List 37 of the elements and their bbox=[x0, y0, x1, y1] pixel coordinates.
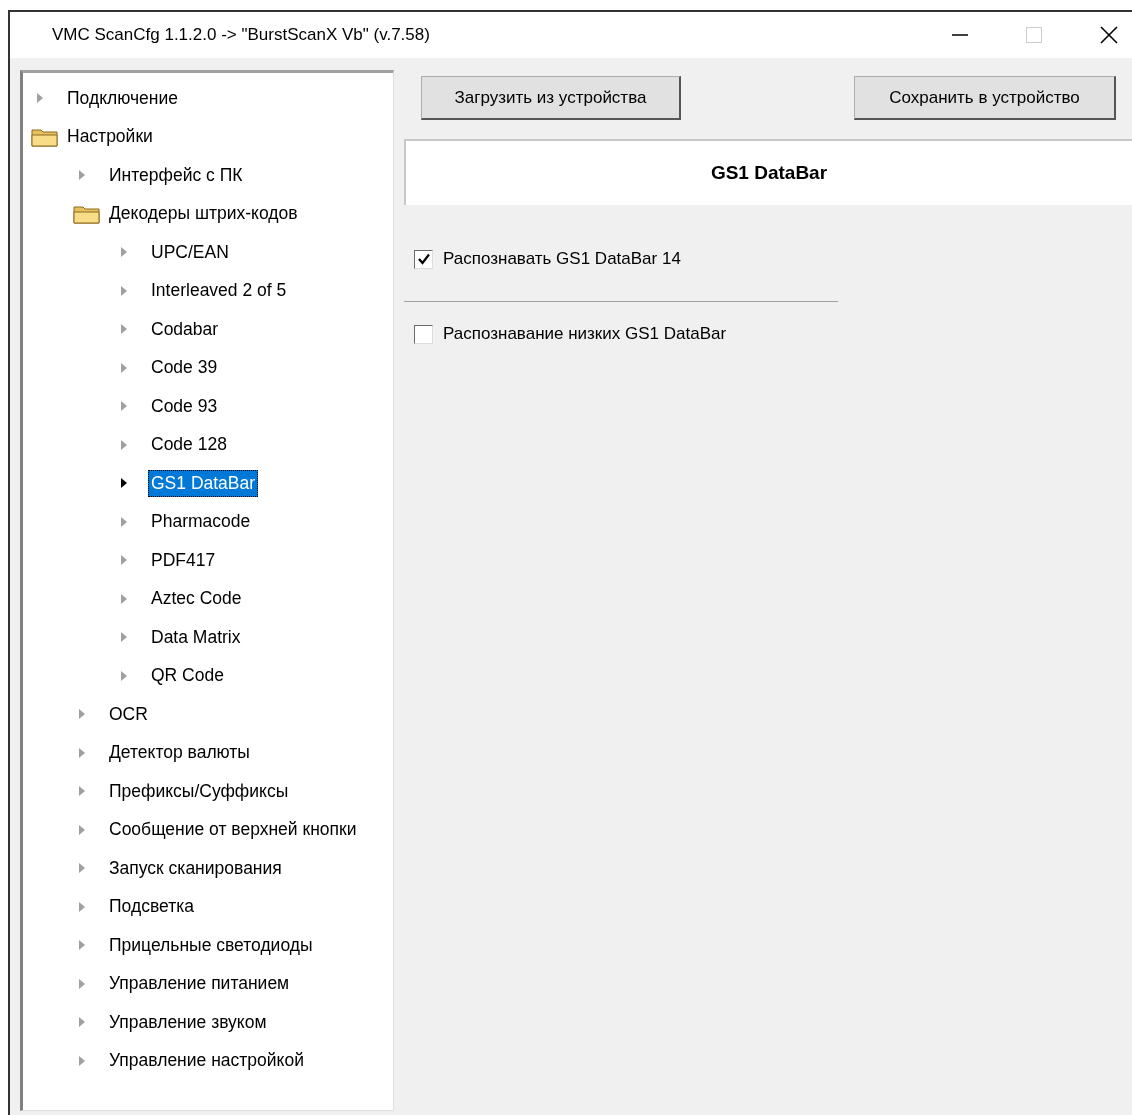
tree-item[interactable]: Детектор валюты bbox=[106, 739, 253, 767]
maximize-icon[interactable] bbox=[1026, 27, 1042, 43]
close-icon[interactable] bbox=[1100, 26, 1118, 44]
tree-item[interactable]: Code 128 bbox=[148, 431, 230, 459]
tree-item[interactable]: Интерфейс с ПК bbox=[106, 161, 246, 189]
tree-item[interactable]: Code 39 bbox=[148, 354, 221, 382]
save-button[interactable]: Сохранить в устройство bbox=[854, 76, 1116, 120]
checkbox[interactable] bbox=[414, 324, 433, 344]
expand-arrow-icon[interactable] bbox=[121, 478, 127, 489]
tree-item[interactable]: Прицельные светодиоды bbox=[106, 931, 316, 959]
window-title: VMC ScanCfg 1.1.2.0 -> "BurstScanX Vb" (v.7.58) bbox=[52, 25, 430, 45]
tree-item[interactable]: Подключение bbox=[64, 84, 181, 112]
tree-item[interactable]: QR Code bbox=[148, 662, 227, 690]
load-button[interactable]: Загрузить из устройства bbox=[421, 76, 681, 120]
tree-item[interactable]: UPC/EAN bbox=[148, 238, 232, 266]
checkbox[interactable] bbox=[414, 249, 433, 269]
tree-item[interactable]: Декодеры штрих-кодов bbox=[106, 200, 301, 228]
tree-item[interactable]: Data Matrix bbox=[148, 623, 244, 651]
tree-item[interactable]: Сообщение от верхней кнопки bbox=[106, 816, 360, 844]
tree-item[interactable]: Настройки bbox=[64, 123, 156, 151]
tree-item[interactable]: Interleaved 2 of 5 bbox=[148, 277, 290, 305]
tree-item[interactable]: Запуск сканирования bbox=[106, 854, 285, 882]
tree-item[interactable]: PDF417 bbox=[148, 546, 219, 574]
tree-item[interactable]: Pharmacode bbox=[148, 508, 254, 536]
tree-item[interactable]: Codabar bbox=[148, 315, 222, 343]
tree-item[interactable]: Code 93 bbox=[148, 392, 221, 420]
checkbox-label: Распознавание низких GS1 DataBar bbox=[443, 324, 727, 344]
tree-item[interactable]: Префиксы/Суффиксы bbox=[106, 777, 292, 805]
tree-item[interactable]: Управление питанием bbox=[106, 970, 293, 998]
tree-item[interactable]: Подсветка bbox=[106, 893, 197, 921]
tree-item[interactable]: Управление звуком bbox=[106, 1008, 270, 1036]
checkbox-label: Распознавать GS1 DataBar 14 bbox=[443, 249, 681, 269]
tree-item[interactable]: GS1 DataBar bbox=[148, 469, 259, 497]
tree-item[interactable]: Aztec Code bbox=[148, 585, 245, 613]
section-title: GS1 DataBar bbox=[710, 162, 828, 184]
tree-item[interactable]: OCR bbox=[106, 700, 151, 728]
tree-item[interactable]: Управление настройкой bbox=[106, 1047, 307, 1075]
